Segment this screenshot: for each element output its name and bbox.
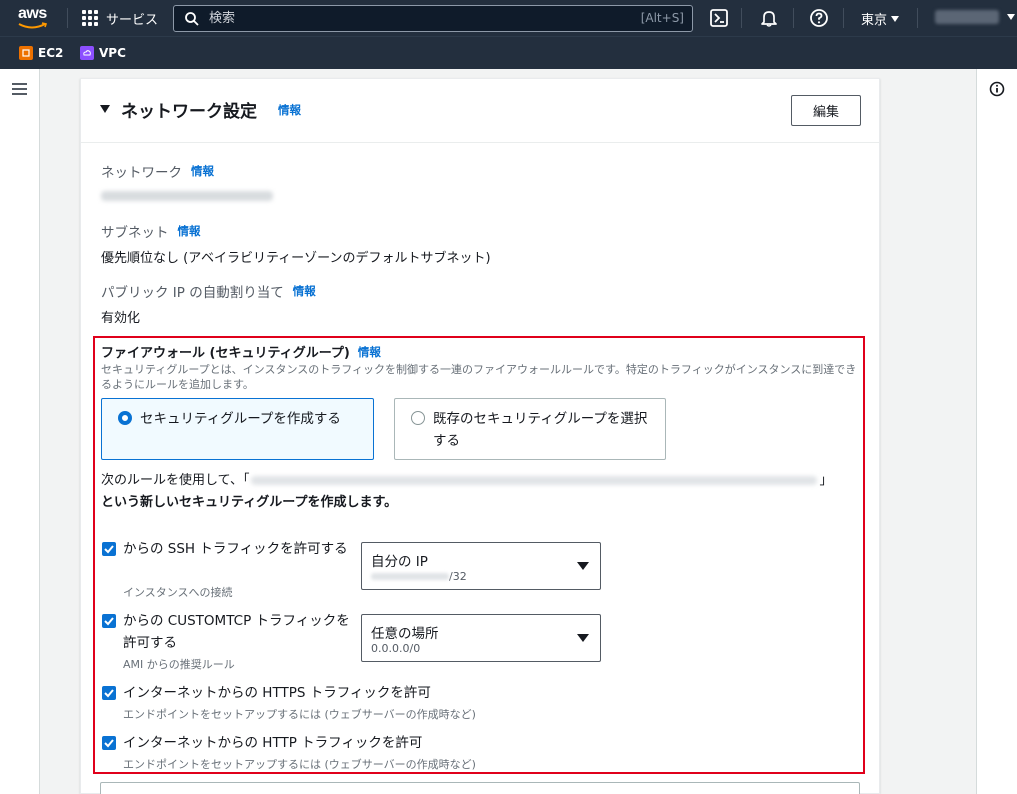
chevron-down-icon [891,15,900,22]
panel-info-link[interactable]: 情報 [278,102,301,118]
info-icon[interactable] [989,81,1005,97]
https-rule-label: インターネットからの HTTPS トラフィックを許可 [123,685,431,701]
favorite-label: EC2 [38,46,64,60]
checkmark-icon [104,617,114,626]
panel-header: ネットワーク設定 情報 編集 [81,79,879,143]
collapse-caret-icon[interactable] [100,105,110,113]
checkmark-icon [104,739,114,748]
aws-smile-icon [18,22,48,29]
select-subvalue: 0.0.0.0/0 [371,642,421,655]
nav-divider [67,8,68,28]
nav-divider [741,8,742,28]
ip-redacted [371,573,449,580]
help-panel-strip [976,69,1017,794]
security-group-name-redacted [251,476,818,485]
tile-label: 既存のセキュリティグループを選択する [433,411,648,449]
firewall-security-group-section: ファイアウォール (セキュリティグループ) 情報 セキュリティグループとは、イン… [93,336,865,774]
favorite-label: VPC [99,46,126,60]
search-bar[interactable]: [Alt+S] [173,5,693,32]
select-value: 自分の IP [371,554,428,570]
side-navigation-toggle-strip [0,69,40,794]
warning-alert-box [100,782,860,794]
http-rule-label: インターネットからの HTTP トラフィックを許可 [123,735,423,751]
network-field-label: ネットワーク 情報 [101,163,214,181]
subnet-value: 優先順位なし (アベイラビリティーゾーンのデフォルトサブネット) [101,251,491,266]
grid-menu-icon [82,9,99,27]
aws-logo[interactable]: aws [18,5,52,31]
subnet-field-label: サブネット 情報 [101,223,201,241]
vpc-service-icon [80,46,94,60]
nav-divider [843,8,844,28]
edit-button[interactable]: 編集 [791,95,861,126]
search-shortcut-hint: [Alt+S] [640,11,684,25]
firewall-title: ファイアウォール (セキュリティグループ) 情報 [101,344,381,362]
public-ip-field-label: パブリック IP の自動割り当て 情報 [101,283,316,301]
radio-existing-security-group[interactable] [411,411,425,425]
ssh-rule-label: からの SSH トラフィックを許可する [123,541,348,557]
search-input[interactable] [209,6,609,31]
select-value: 任意の場所 [371,626,439,642]
services-button[interactable]: サービス [82,8,158,28]
ssh-checkbox[interactable] [102,542,116,556]
existing-security-group-tile[interactable]: 既存のセキュリティグループを選択する [394,398,666,460]
public-ip-value: 有効化 [101,311,141,326]
dropdown-caret-icon [577,562,589,570]
ssh-rule-description: インスタンスへの接続 [123,586,233,599]
firewall-description: セキュリティグループとは、インスタンスのトラフィックを制御する一連のファイアウォ… [101,363,857,391]
customtcp-rule-label: からの CUSTOMTCP トラフィックを許可する [123,613,350,651]
favorites-bar: EC2 VPC [0,36,1017,69]
public-ip-info-link[interactable]: 情報 [293,283,316,299]
checkmark-icon [104,545,114,554]
radio-create-security-group[interactable] [118,411,132,425]
customtcp-source-select[interactable]: 任意の場所 0.0.0.0/0 [361,614,601,662]
http-rule-description: エンドポイントをセットアップするには (ウェブサーバーの作成時など) [123,758,476,771]
region-selector[interactable]: 東京 [861,9,900,28]
panel-title: ネットワーク設定 [121,102,257,122]
https-checkbox[interactable] [102,686,116,700]
customtcp-rule-description: AMI からの推奨ルール [123,658,235,671]
nav-divider [917,8,918,28]
ssh-source-select[interactable]: 自分の IP /32 [361,542,601,590]
http-checkbox[interactable] [102,736,116,750]
tile-label: セキュリティグループを作成する [140,411,341,427]
help-icon[interactable] [809,8,829,28]
notifications-bell-icon[interactable] [759,8,779,28]
select-subvalue: /32 [371,570,467,583]
checkmark-icon [104,689,114,698]
account-name-redacted [935,10,999,24]
cloudshell-icon[interactable] [709,8,729,28]
hamburger-menu-icon[interactable] [12,83,27,95]
nav-divider [793,8,794,28]
network-value-redacted [101,191,273,201]
firewall-info-link[interactable]: 情報 [358,344,381,360]
dropdown-caret-icon [577,634,589,642]
region-label: 東京 [861,13,888,28]
customtcp-checkbox[interactable] [102,614,116,628]
favorite-ec2[interactable]: EC2 [19,46,63,60]
services-label: サービス [106,12,159,28]
search-icon [185,12,199,26]
https-rule-description: エンドポイントをセットアップするには (ウェブサーバーの作成時など) [123,708,476,721]
new-security-group-notice: 次のルールを使用して、「」 という新しいセキュリティグループを作成します。 [101,473,833,510]
subnet-info-link[interactable]: 情報 [178,223,201,239]
account-menu[interactable] [935,10,1015,24]
network-info-link[interactable]: 情報 [191,163,214,179]
ec2-service-icon [19,46,33,60]
top-navigation: aws サービス [Alt+S] 東京 [0,0,1017,36]
chevron-down-icon [1007,14,1015,20]
favorite-vpc[interactable]: VPC [80,46,126,60]
aws-logo-text: aws [18,5,47,22]
create-security-group-tile[interactable]: セキュリティグループを作成する [101,398,374,460]
